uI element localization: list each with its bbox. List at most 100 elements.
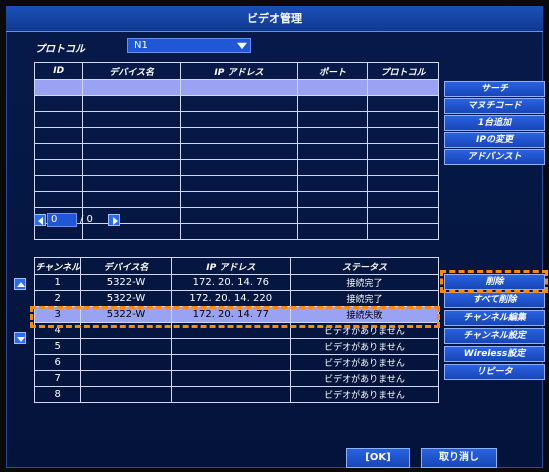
channel-row[interactable]: 7 ビデオがありません: [33, 370, 439, 387]
device-cell: [179, 111, 299, 128]
device-cell: [367, 191, 439, 208]
channel-cell: [170, 354, 292, 371]
device-cell: [297, 127, 369, 144]
channel-cell: [170, 370, 292, 387]
device-col-header: IP アドレス: [179, 62, 299, 80]
device-cell: [33, 159, 84, 176]
channel-row[interactable]: 6 ビデオがありません: [33, 354, 439, 371]
channel-cell: 5322-W: [80, 274, 172, 291]
device-cell: [179, 143, 299, 160]
chevron-down-icon: [237, 42, 247, 50]
page-input[interactable]: 0: [47, 213, 77, 227]
device-cell: [297, 191, 369, 208]
device-cell: [179, 223, 299, 240]
channel-row[interactable]: 1 5322-W 172. 20. 14. 76 接続完了: [33, 274, 439, 291]
channel-cell: 7: [33, 370, 82, 387]
cancel-button[interactable]: 取り消し: [421, 448, 497, 468]
device-table-row[interactable]: [33, 79, 439, 96]
device-cell: [82, 143, 181, 160]
device-cell: [82, 223, 181, 240]
channel-cell: ビデオがありません: [290, 338, 439, 355]
device-cell: [297, 159, 369, 176]
channel-cell: 172. 20. 14. 76: [170, 274, 292, 291]
manual-code-button[interactable]: マヌチコード: [444, 98, 545, 114]
channel-cell: 接続完了: [290, 290, 439, 307]
search-button[interactable]: サーチ: [444, 81, 545, 97]
device-cell: [297, 175, 369, 192]
device-cell: [82, 79, 181, 96]
device-cell: [82, 159, 181, 176]
channel-cell: [80, 338, 172, 355]
device-cell: [297, 95, 369, 112]
device-cell: [179, 191, 299, 208]
channel-cell: ビデオがありません: [290, 354, 439, 371]
arrow-up-icon: [17, 282, 25, 287]
delete-all-button[interactable]: すべて削除: [444, 292, 545, 308]
channel-cell: 8: [33, 386, 82, 403]
device-table-row[interactable]: [33, 143, 439, 160]
channel-cell: [170, 338, 292, 355]
device-col-header: プロトコル: [367, 62, 439, 80]
device-cell: [179, 175, 299, 192]
device-cell: [179, 127, 299, 144]
add-one-button[interactable]: 1台追加: [444, 115, 545, 131]
device-cell: [82, 207, 181, 224]
device-cell: [33, 175, 84, 192]
device-cell: [367, 175, 439, 192]
advanced-button[interactable]: アドバンスト: [444, 149, 545, 165]
channel-cell: 6: [33, 354, 82, 371]
channel-cell: 2: [33, 290, 82, 307]
scroll-up-button[interactable]: [14, 278, 26, 290]
device-cell: [367, 127, 439, 144]
protocol-select[interactable]: N1: [127, 38, 251, 53]
channel-col-header: ステータス: [290, 257, 439, 275]
channel-row[interactable]: 8 ビデオがありません: [33, 386, 439, 403]
device-cell: [82, 111, 181, 128]
device-table-row[interactable]: [33, 127, 439, 144]
device-table-row[interactable]: [33, 175, 439, 192]
device-cell: [179, 159, 299, 176]
channel-cell: 172. 20. 14. 220: [170, 290, 292, 307]
page-total: / 0: [80, 214, 93, 225]
selected-row-highlight: [30, 306, 440, 328]
channel-row[interactable]: 5 ビデオがありません: [33, 338, 439, 355]
chevron-right-icon: [113, 217, 118, 225]
page-next-button[interactable]: [108, 214, 120, 226]
channel-cell: [170, 386, 292, 403]
change-ip-button[interactable]: IPの変更: [444, 132, 545, 148]
channel-edit-button[interactable]: チャンネル編集: [444, 310, 545, 326]
channel-settings-button[interactable]: チャンネル設定: [444, 328, 545, 344]
device-table-row[interactable]: [33, 95, 439, 112]
delete-button-highlight: [440, 270, 548, 293]
channel-cell: ビデオがありません: [290, 386, 439, 403]
wireless-settings-button[interactable]: Wireless設定: [444, 346, 545, 362]
scroll-down-button[interactable]: [14, 332, 26, 344]
ok-button[interactable]: [OK]: [346, 448, 410, 468]
device-cell: [297, 143, 369, 160]
device-cell: [367, 79, 439, 96]
channel-table: チャンネル デバイス名 IP アドレス ステータス 1 5322-W 172. 20. 1…: [33, 257, 439, 403]
device-cell: [33, 95, 84, 112]
device-table-row[interactable]: [33, 159, 439, 176]
channel-col-header: チャンネル: [33, 257, 82, 275]
repeater-button[interactable]: リピータ: [444, 364, 545, 380]
device-table-row[interactable]: [33, 223, 439, 240]
device-table-row[interactable]: [33, 207, 439, 224]
channel-cell: [80, 354, 172, 371]
device-cell: [33, 127, 84, 144]
device-cell: [297, 111, 369, 128]
device-col-header: ポート: [297, 62, 369, 80]
channel-cell: 接続完了: [290, 274, 439, 291]
chevron-left-icon: [38, 217, 43, 225]
device-cell: [367, 223, 439, 240]
channel-row[interactable]: 2 5322-W 172. 20. 14. 220 接続完了: [33, 290, 439, 307]
device-table-row[interactable]: [33, 111, 439, 128]
channel-cell: ビデオがありません: [290, 370, 439, 387]
device-cell: [179, 207, 299, 224]
device-cell: [82, 127, 181, 144]
page-prev-button[interactable]: [34, 214, 46, 226]
device-cell: [82, 95, 181, 112]
device-search-table: ID デバイス名 IP アドレス ポート プロトコル: [33, 62, 439, 240]
window-title: ビデオ管理: [6, 6, 543, 32]
device-table-row[interactable]: [33, 191, 439, 208]
